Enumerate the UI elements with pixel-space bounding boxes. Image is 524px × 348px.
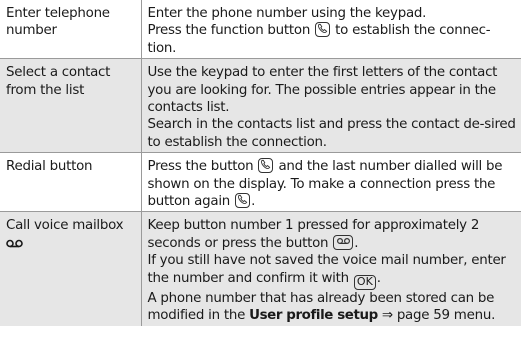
row-label: Enter telephone number xyxy=(0,0,142,60)
description-text: . xyxy=(354,235,359,251)
table-row: Call voice mailbox Keep button number 1 … xyxy=(0,211,521,326)
description-text: If you still have not saved the voice ma… xyxy=(147,253,506,286)
voicemail-button-icon xyxy=(333,234,354,250)
table-row: Enter telephone number Enter the phone n… xyxy=(0,0,521,60)
phone-handset-button-icon xyxy=(258,158,274,174)
table-row: Redial button Press the button and the l… xyxy=(0,152,521,213)
row-label: Select a contact from the list xyxy=(0,58,142,154)
description-text: . xyxy=(376,270,381,286)
row-label: Call voice mailbox xyxy=(0,211,142,326)
row-description: Use the keypad to enter the first letter… xyxy=(141,58,521,154)
voicemail-icon xyxy=(6,236,23,253)
phone-handset-button-icon xyxy=(315,22,331,38)
table-row: Select a contact from the list Use the k… xyxy=(0,58,521,154)
description-text: Use the keypad to enter the first letter… xyxy=(147,65,498,116)
description-text: . xyxy=(251,194,256,210)
telephone-functions-table: Enter telephone number Enter the phone n… xyxy=(0,0,521,326)
row-label: Redial button xyxy=(0,152,142,213)
description-text: Press the button xyxy=(147,159,254,175)
description-text: page 59 menu. xyxy=(396,308,496,324)
row-description: Press the button and the last number dia… xyxy=(141,152,521,213)
description-text: Search in the contacts list and press th… xyxy=(147,117,516,150)
row-description: Enter the phone number using the keypad.… xyxy=(141,0,521,60)
ok-button-icon: OK xyxy=(353,274,376,290)
arrow-icon: ⇒ xyxy=(381,308,393,324)
description-text: Keep button number 1 pressed for approxi… xyxy=(147,218,480,251)
row-description: Keep button number 1 pressed for approxi… xyxy=(141,211,521,326)
menu-reference: User profile setup xyxy=(249,308,378,324)
phone-handset-button-icon xyxy=(235,193,251,209)
description-text: Enter the phone number using the keypad. xyxy=(147,6,427,21)
description-text: Press the function button xyxy=(147,23,311,39)
